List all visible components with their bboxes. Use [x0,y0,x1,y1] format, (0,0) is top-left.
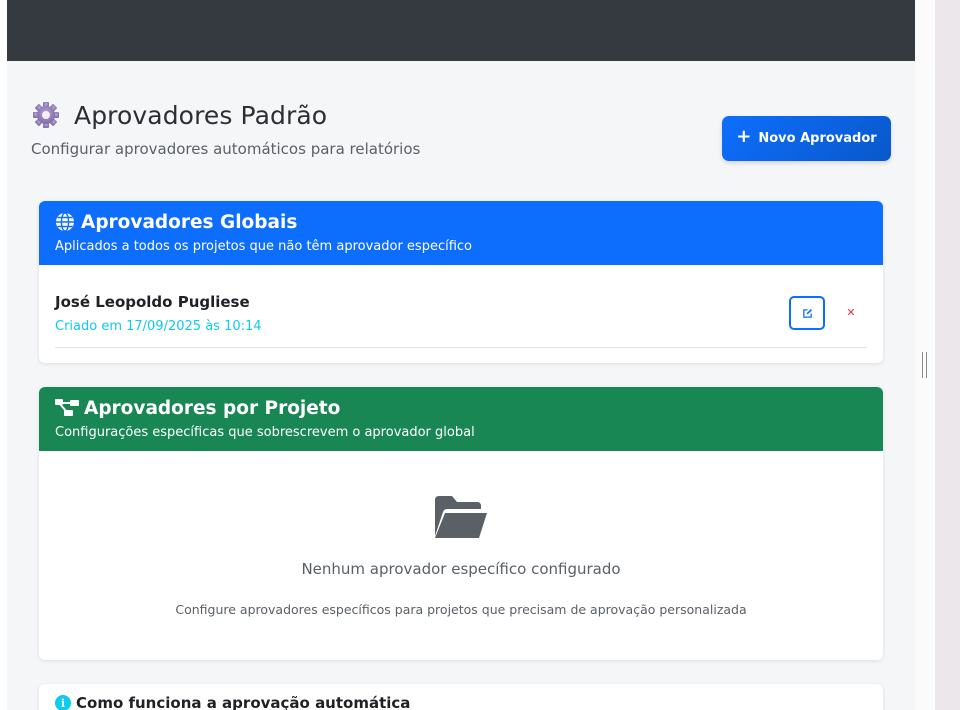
project-approvers-title: Aprovadores por Projeto [84,397,341,419]
how-it-works-title: Como funciona a aprovação automática [76,694,411,710]
project-approvers-header: Aprovadores por Projeto Configurações es… [39,387,883,451]
global-approvers-header: Aprovadores Globais Aplicados a todos os… [39,201,883,265]
folder-open-icon [435,496,487,538]
delete-approver-button[interactable]: ✕ [843,304,859,320]
resize-handle[interactable] [922,352,927,378]
plus-icon: + [736,126,752,147]
global-approvers-title: Aprovadores Globais [81,211,298,233]
global-approvers-card: Aprovadores Globais Aplicados a todos os… [39,201,883,363]
top-navbar [7,0,915,61]
empty-state-description: Configure aprovadores específicos para p… [175,602,747,617]
global-approvers-description: Aplicados a todos os projetos que não tê… [55,239,472,254]
close-icon: ✕ [846,305,856,319]
project-approvers-card: Aprovadores por Projeto Configurações es… [39,387,883,660]
empty-state-title: Nenhum aprovador específico configurado [301,560,621,578]
approver-created-date: Criado em 17/09/2025 às 10:14 [55,319,262,334]
page-header: Aprovadores Padrão [31,100,327,130]
empty-state: Nenhum aprovador específico configurado … [39,451,883,660]
window-edge [0,0,7,710]
how-it-works-card: i Como funciona a aprovação automática [39,684,883,710]
approver-list-item: José Leopoldo Pugliese Criado em 17/09/2… [55,265,867,348]
sitemap-icon [55,399,79,416]
page-title: Aprovadores Padrão [74,100,328,130]
info-icon: i [55,695,71,710]
new-approver-label: Novo Aprovador [758,131,877,146]
edit-approver-button[interactable] [789,296,825,330]
approver-name: José Leopoldo Pugliese [55,293,250,311]
new-approver-button[interactable]: + Novo Aprovador [722,116,891,161]
main-page: Aprovadores Padrão Configurar aprovadore… [7,0,915,710]
gear-icon [33,102,59,128]
edit-icon [802,308,812,318]
globe-icon [56,212,74,232]
page-subtitle: Configurar aprovadores automáticos para … [31,140,421,158]
project-approvers-description: Configurações específicas que sobrescrev… [55,425,475,440]
